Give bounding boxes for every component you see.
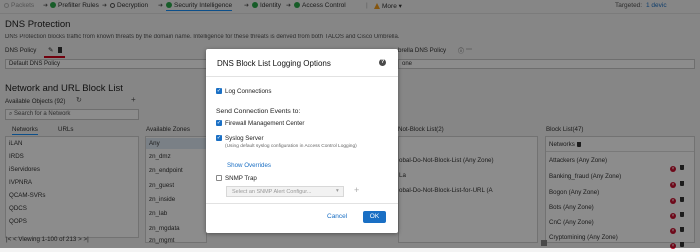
show-overrides-link[interactable]: Show Overrides bbox=[227, 162, 271, 169]
snmp-checkbox[interactable] bbox=[216, 175, 222, 181]
chevron-down-icon: ▾ bbox=[336, 188, 339, 194]
ok-button[interactable]: OK bbox=[363, 211, 386, 223]
log-connections-checkbox[interactable]: ✓ bbox=[216, 88, 222, 94]
modal-title: DNS Block List Logging Options bbox=[217, 59, 331, 68]
snmp-alert-select[interactable]: Select an SNMP Alert Configur... ▾ bbox=[226, 186, 344, 197]
dns-logging-modal: DNS Block List Logging Options ? ✓ Log C… bbox=[206, 49, 398, 233]
snmp-alert-placeholder: Select an SNMP Alert Configur... bbox=[232, 188, 312, 195]
snmp-label: SNMP Trap bbox=[225, 175, 257, 182]
syslog-label: Syslog Server bbox=[225, 135, 264, 142]
syslog-checkbox[interactable]: ✓ bbox=[216, 135, 222, 141]
cancel-button[interactable]: Cancel bbox=[327, 213, 347, 220]
help-icon[interactable]: ? bbox=[379, 59, 386, 66]
send-events-label: Send Connection Events to: bbox=[216, 108, 301, 115]
fmc-label: Firewall Management Center bbox=[225, 120, 305, 127]
divider bbox=[206, 76, 398, 77]
fmc-checkbox[interactable]: ✓ bbox=[216, 120, 222, 126]
syslog-note: (Using default syslog configuration in A… bbox=[225, 144, 357, 149]
add-icon[interactable]: + bbox=[354, 185, 359, 195]
log-connections-label: Log Connections bbox=[225, 88, 272, 95]
divider bbox=[206, 203, 398, 204]
